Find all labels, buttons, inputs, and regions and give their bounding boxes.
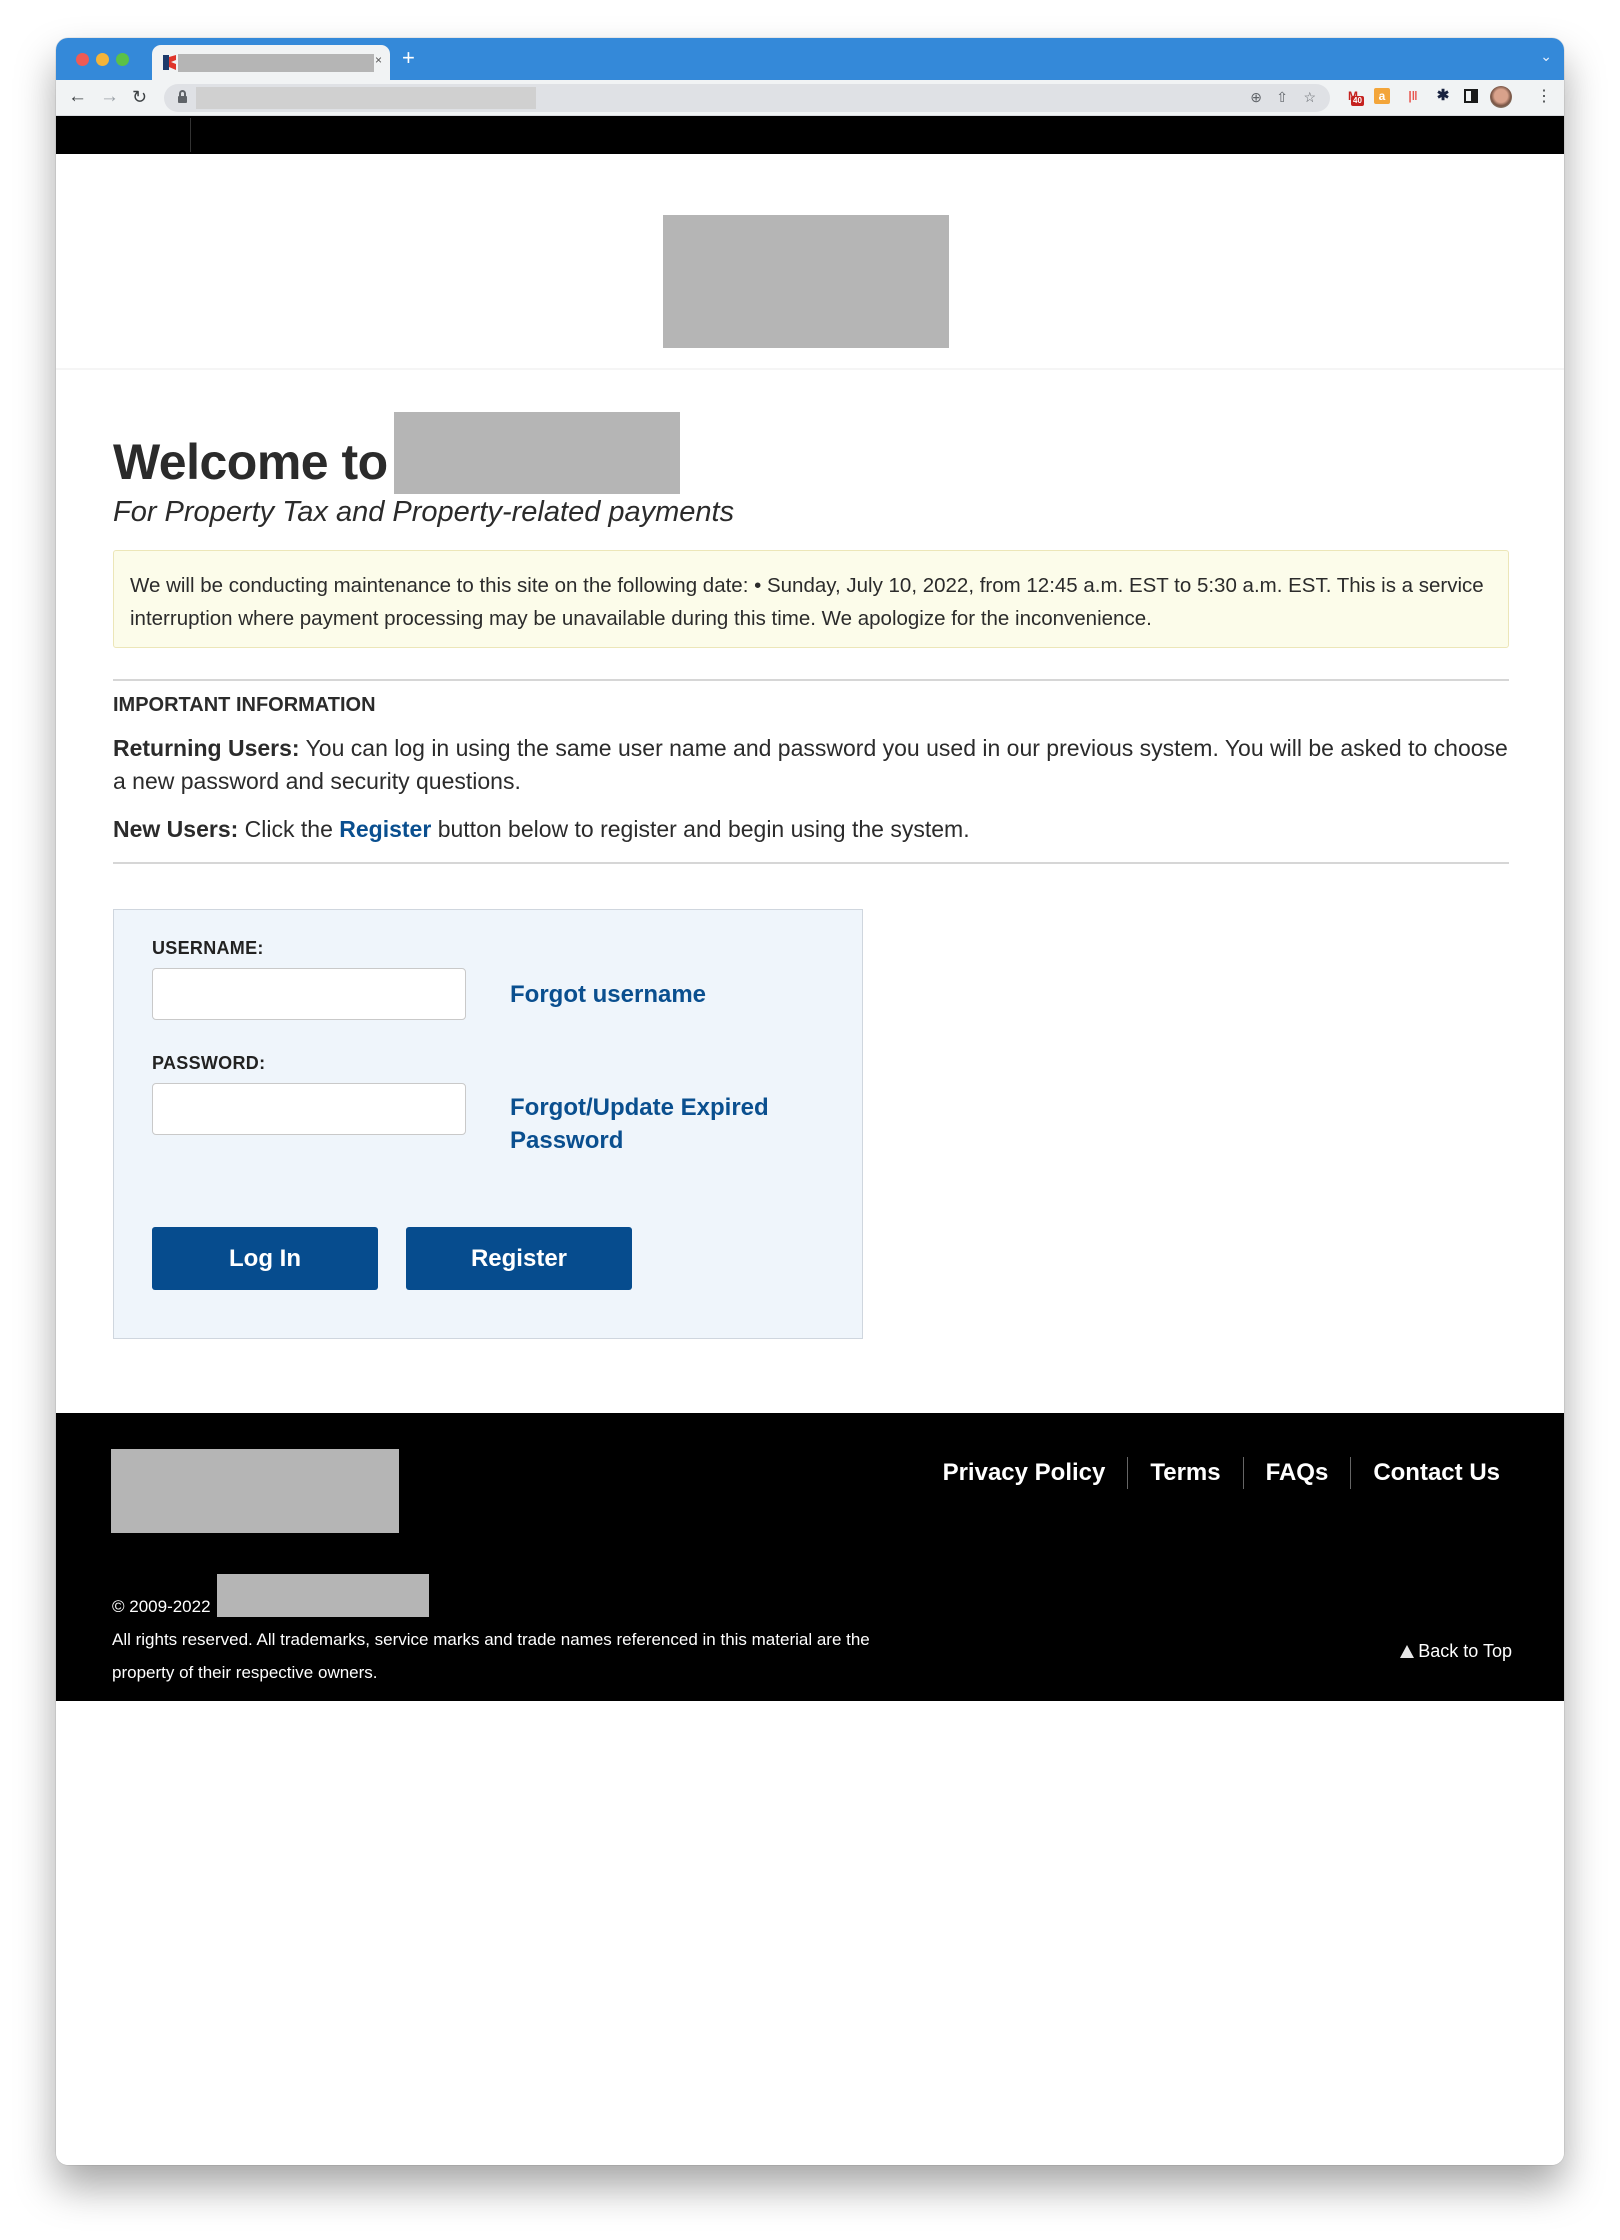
register-button[interactable]: Register <box>406 1227 632 1290</box>
maintenance-notice: We will be conducting maintenance to thi… <box>113 550 1509 648</box>
returning-users-text: You can log in using the same user name … <box>113 735 1508 794</box>
divider <box>113 679 1509 681</box>
rights-text: All rights reserved. All trademarks, ser… <box>112 1630 870 1682</box>
tab-close-icon[interactable]: × <box>375 53 382 67</box>
zoom-icon[interactable]: ⊕ <box>1250 89 1262 106</box>
amazon-extension-icon[interactable]: a <box>1374 88 1390 104</box>
gmail-unread-badge: 40 <box>1351 96 1364 106</box>
nav-divider <box>190 118 191 152</box>
url-redacted <box>196 87 536 109</box>
login-button[interactable]: Log In <box>152 1227 378 1290</box>
tab-search-chevron-icon[interactable]: ⌄ <box>1540 48 1552 65</box>
footer-link-faqs[interactable]: FAQs <box>1244 1458 1351 1488</box>
new-users-info: New Users: Click the Register button bel… <box>113 813 1509 846</box>
up-triangle-icon <box>1400 1645 1415 1658</box>
site-logo-redacted[interactable] <box>663 215 949 348</box>
forgot-username-link[interactable]: Forgot username <box>510 978 706 1011</box>
bars-extension-icon[interactable]: |‖ <box>1404 87 1422 105</box>
password-label: PASSWORD: <box>152 1053 266 1073</box>
back-arrow-icon[interactable]: ← <box>68 86 87 108</box>
footer-link-contact-us[interactable]: Contact Us <box>1351 1458 1500 1488</box>
copyright-line: © 2009-2022 <box>112 1574 429 1617</box>
gmail-extension-icon[interactable]: M 40 <box>1344 87 1364 106</box>
side-panel-icon[interactable] <box>1464 89 1478 103</box>
share-icon[interactable]: ⇧ <box>1276 89 1288 106</box>
copyright-owner-redacted <box>216 1574 429 1617</box>
footer: Privacy Policy Terms FAQs Contact Us © 2… <box>56 1413 1564 1701</box>
top-nav-bar <box>56 116 1564 154</box>
close-window-button[interactable] <box>76 53 89 66</box>
welcome-heading: Welcome to <box>113 412 680 494</box>
new-users-text-after: button below to register and begin using… <box>431 816 970 842</box>
register-inline-link[interactable]: Register <box>339 816 431 842</box>
copyright-text: © 2009-2022 <box>112 1597 211 1616</box>
footer-logo-redacted[interactable] <box>111 1449 399 1533</box>
reload-icon[interactable]: ↻ <box>132 86 147 108</box>
site-name-redacted <box>393 412 680 494</box>
important-info-heading: IMPORTANT INFORMATION <box>113 694 376 716</box>
username-label: USERNAME: <box>152 938 264 958</box>
page-title: Welcome to <box>113 434 388 490</box>
tab-title-redacted <box>178 54 374 72</box>
login-form: USERNAME: Forgot username PASSWORD: Forg… <box>113 909 863 1339</box>
maximize-window-button[interactable] <box>116 53 129 66</box>
returning-users-info: Returning Users: You can log in using th… <box>113 732 1509 798</box>
footer-link-terms[interactable]: Terms <box>1128 1458 1242 1488</box>
browser-tab-active[interactable]: × <box>152 45 390 80</box>
page-subtitle: For Property Tax and Property-related pa… <box>113 496 735 528</box>
bookmark-star-icon[interactable]: ☆ <box>1303 89 1316 106</box>
password-input[interactable] <box>152 1083 466 1135</box>
browser-menu-icon[interactable]: ⋮ <box>1536 86 1552 108</box>
site-favicon-icon <box>163 55 176 70</box>
back-to-top-link[interactable]: Back to Top <box>1400 1641 1512 1662</box>
back-to-top-label: Back to Top <box>1418 1641 1512 1661</box>
new-tab-button[interactable]: + <box>402 46 415 70</box>
profile-avatar[interactable] <box>1490 86 1512 108</box>
extensions-puzzle-icon[interactable]: ✱ <box>1434 87 1452 105</box>
minimize-window-button[interactable] <box>96 53 109 66</box>
footer-link-privacy-policy[interactable]: Privacy Policy <box>921 1458 1128 1488</box>
address-bar[interactable]: ⊕ ⇧ ☆ <box>164 84 1330 112</box>
header-divider <box>56 368 1564 370</box>
username-input[interactable] <box>152 968 466 1020</box>
forward-arrow-icon[interactable]: → <box>100 86 119 108</box>
browser-toolbar: ← → ↻ ⊕ ⇧ ☆ M 40 a |‖ ✱ ⋮ <box>56 80 1564 116</box>
new-users-label: New Users: <box>113 816 239 842</box>
returning-users-label: Returning Users: <box>113 735 300 761</box>
lock-icon[interactable] <box>178 90 187 104</box>
browser-tab-bar: × + ⌄ <box>56 38 1564 80</box>
page-content: Welcome to For Property Tax and Property… <box>56 116 1564 2165</box>
footer-nav: Privacy Policy Terms FAQs Contact Us <box>921 1457 1500 1489</box>
divider <box>113 862 1509 864</box>
forgot-password-link[interactable]: Forgot/Update Expired Password <box>510 1091 810 1157</box>
browser-window: × + ⌄ ← → ↻ ⊕ ⇧ ☆ M 40 a |‖ ✱ ⋮ <box>56 38 1564 2165</box>
new-users-text-before: Click the <box>238 816 340 842</box>
